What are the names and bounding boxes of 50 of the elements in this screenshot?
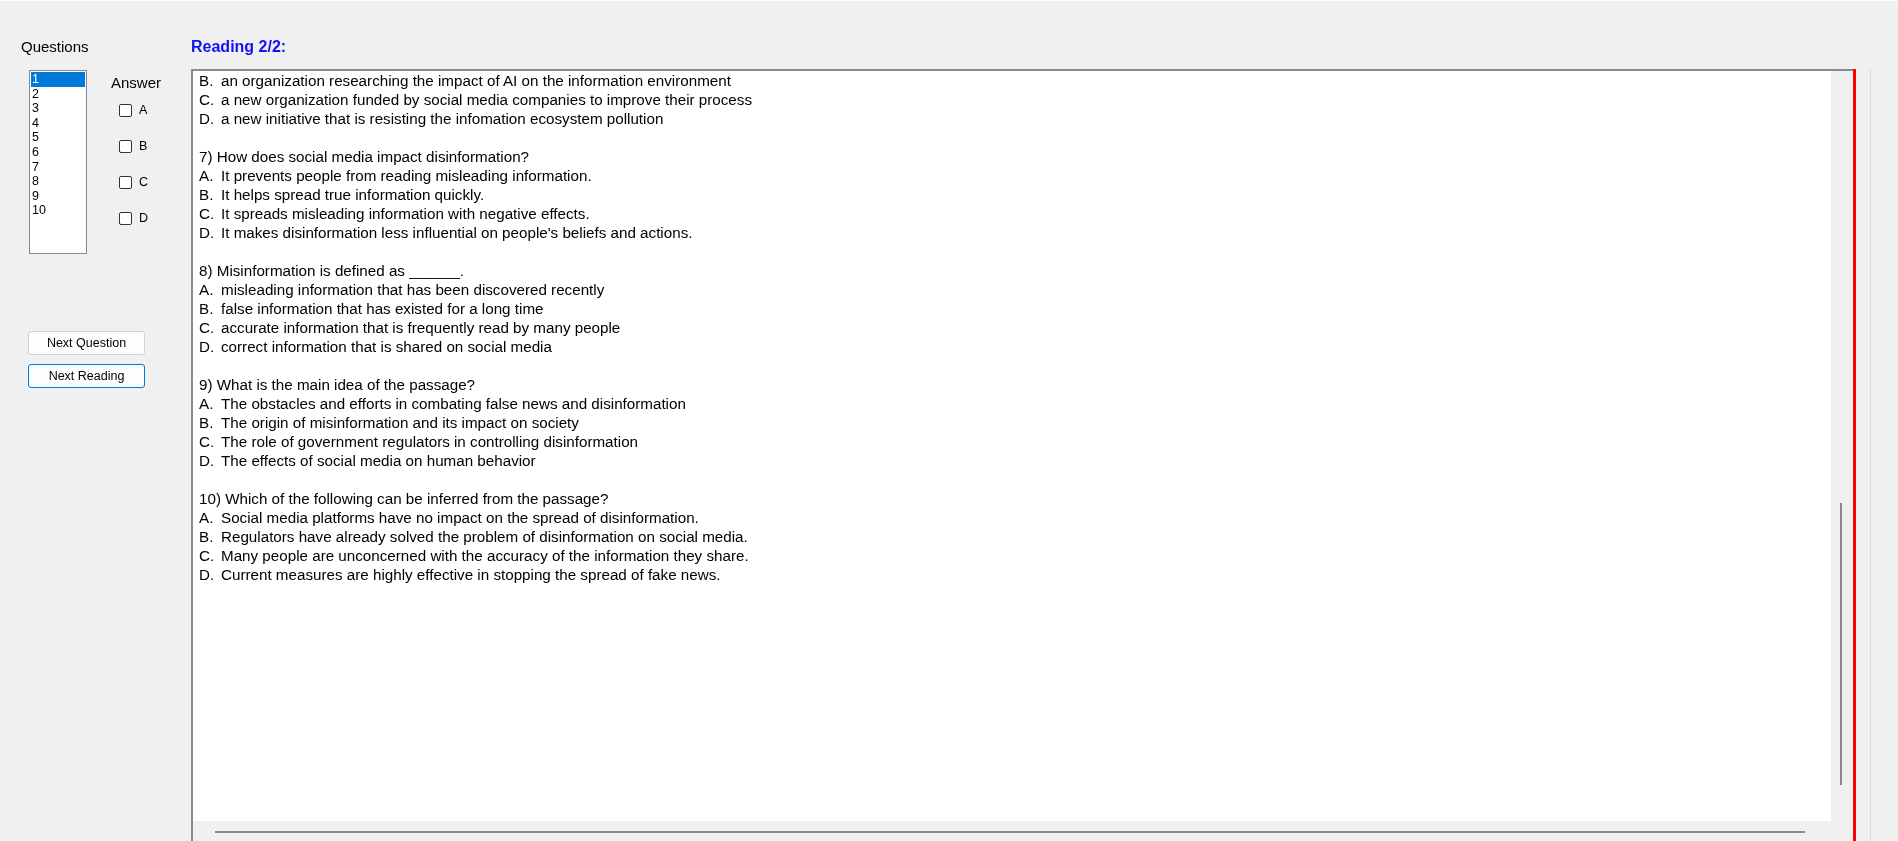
question-text: 9) What is the main idea of the passage? xyxy=(199,375,477,394)
answer-option: C. The role of government regulators in controlling disinformation xyxy=(199,432,1831,451)
reading-title: Reading 2/2: xyxy=(191,38,287,56)
answer-option: D. correct information that is shared on social media xyxy=(199,337,1831,356)
answer-option: C. It spreads misleading information with negative effects. xyxy=(199,204,1831,223)
next-question-button[interactable]: Next Question xyxy=(28,331,145,355)
checkbox[interactable] xyxy=(119,175,132,189)
list-item[interactable]: 2 xyxy=(31,86,85,102)
checkbox-label[interactable]: B xyxy=(139,139,148,153)
answer-option: D. The effects of social media on human behavior xyxy=(199,451,1831,470)
answer-option: C. Many people are unconcerned with the accuracy of the information they share. xyxy=(199,546,1831,565)
list-item[interactable]: 9 xyxy=(31,188,85,204)
questions-label: Questions xyxy=(21,38,89,56)
answer-option: D. Current measures are highly effective in stopping the spread of fake news. xyxy=(199,565,1831,584)
list-item[interactable]: 10 xyxy=(31,203,85,218)
checkbox[interactable] xyxy=(119,103,132,117)
answer-option: B. The origin of misinformation and its impact on society xyxy=(199,413,1831,432)
checkbox[interactable] xyxy=(119,139,132,153)
answer-option: B. false information that has existed for a long time xyxy=(199,299,1831,318)
list-item[interactable]: 8 xyxy=(31,174,85,189)
checkbox-label[interactable]: C xyxy=(139,175,149,189)
answer-option: A. misleading information that has been discovered recently xyxy=(199,280,1831,299)
checkbox-label[interactable]: A xyxy=(139,103,148,117)
question-text: 10) Which of the following can be inferred from the passage? xyxy=(199,489,610,508)
list-item[interactable]: 1 xyxy=(31,72,85,87)
answer-option: D. a new initiative that is resisting the infomation ecosystem pollution xyxy=(199,109,1831,128)
answer-label: Answer xyxy=(111,74,162,92)
list-item[interactable]: 5 xyxy=(31,130,85,145)
list-item[interactable]: 4 xyxy=(31,115,85,131)
next-reading-button[interactable]: Next Reading xyxy=(28,364,145,388)
list-item[interactable]: 7 xyxy=(31,159,85,175)
list-item[interactable]: 3 xyxy=(31,101,85,116)
list-item[interactable]: 6 xyxy=(31,144,85,160)
answer-option: C. accurate information that is frequently read by many people xyxy=(199,318,1831,337)
vertical-scrollbar[interactable] xyxy=(1840,503,1842,785)
answer-option: C. a new organization funded by social media companies to improve their process xyxy=(199,90,1831,109)
answer-option: A. Social media platforms have no impact on the spread of disinformation. xyxy=(199,508,1831,527)
reading-text-box[interactable] xyxy=(191,69,1853,841)
checkbox[interactable] xyxy=(119,211,132,225)
answer-option: B. Regulators have already solved the problem of disinformation on social media. xyxy=(199,527,1831,546)
question-list[interactable]: 1 2 3 4 5 6 7 8 9 10 xyxy=(29,70,87,254)
question-text: 7) How does social media impact disinformation? xyxy=(199,147,531,166)
horizontal-scrollbar[interactable] xyxy=(215,831,1805,833)
answer-option: A. The obstacles and efforts in combating false news and disinformation xyxy=(199,394,1831,413)
question-text: 8) Misinformation is defined as ______. xyxy=(199,261,466,280)
answer-option: A. It prevents people from reading misleading information. xyxy=(199,166,1831,185)
answer-option: B. It helps spread true information quickly. xyxy=(199,185,1831,204)
checkbox-label[interactable]: D xyxy=(139,211,149,225)
answer-option: B. an organization researching the impact of AI on the information environment xyxy=(199,71,1831,90)
answer-option: D. It makes disinformation less influential on people's beliefs and actions. xyxy=(199,223,1831,242)
